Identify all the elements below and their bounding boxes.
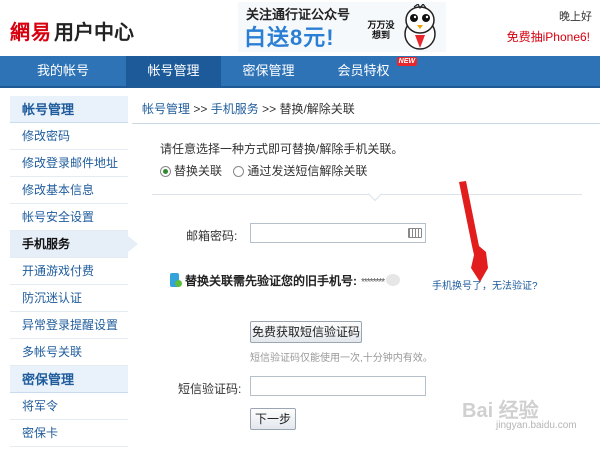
radio-sms-unbind[interactable]: 通过发送短信解除关联 <box>233 162 367 179</box>
sidebar-item-security-card[interactable]: 密保卡 <box>10 420 128 447</box>
phone-icon <box>170 273 182 287</box>
radio-unchecked-icon[interactable] <box>233 166 245 177</box>
verify-text: 替换关联需先验证您的旧手机号: <box>185 274 357 288</box>
sms-code-label: 短信验证码: <box>178 382 242 396</box>
baidu-watermark: Bai 经验 <box>462 400 539 422</box>
sidebar-item-game-payment[interactable]: 开通游戏付费 <box>10 258 128 285</box>
nav-account-management[interactable]: 帐号管理 <box>126 56 221 86</box>
next-button[interactable]: 下一步 <box>250 408 296 430</box>
sidebar-item-login-alert[interactable]: 异常登录提醒设置 <box>10 312 128 339</box>
nav-member-privileges[interactable]: 会员特权 NEW <box>316 56 417 86</box>
blurred-digits <box>386 274 401 286</box>
breadcrumb-mobile-service[interactable]: 手机服务 <box>211 102 259 116</box>
watermark-url: jingyan.baidu.com <box>496 420 577 431</box>
sidebar-section-security: 密保管理 <box>10 366 128 393</box>
get-sms-code-button[interactable]: 免费获取短信验证码 <box>250 321 362 343</box>
nav-security-management[interactable]: 密保管理 <box>221 56 316 86</box>
intro-text: 请任意选择一种方式即可替换/解除手机关联。 <box>160 142 404 156</box>
sidebar-item-basic-info[interactable]: 修改基本信息 <box>10 177 128 204</box>
mascot-icon <box>404 4 436 50</box>
brand-name: 網易 <box>10 20 52 44</box>
sidebar-item-token[interactable]: 将军令 <box>10 393 128 420</box>
sms-code-hint: 短信验证码仅能使用一次,十分钟内有效。 <box>250 353 433 364</box>
main-nav: 我的帐号 帐号管理 密保管理 会员特权 NEW <box>0 56 600 88</box>
sidebar-item-change-password[interactable]: 修改密码 <box>10 123 128 150</box>
radio-replace-label: 替换关联 <box>174 164 223 178</box>
breadcrumb: 帐号管理 >> 手机服务 >> 替换/解除关联 <box>132 96 600 124</box>
section-divider <box>152 194 582 195</box>
page-title: 用户中心 <box>54 22 134 44</box>
divider-notch <box>367 186 383 202</box>
cannot-verify-link[interactable]: 手机换号了，无法验证? <box>432 277 538 292</box>
breadcrumb-sep: >> <box>262 102 277 116</box>
sidebar-item-anti-addiction[interactable]: 防沉迷认证 <box>10 285 128 312</box>
greeting-text: 晚上好 <box>559 11 592 23</box>
sidebar-section-account: 帐号管理 <box>10 96 128 123</box>
breadcrumb-sep: >> <box>193 102 208 116</box>
breadcrumb-account-management[interactable]: 帐号管理 <box>142 102 190 116</box>
breadcrumb-current: 替换/解除关联 <box>279 102 355 116</box>
email-password-input[interactable] <box>250 223 426 243</box>
email-password-label: 邮箱密码: <box>186 229 238 243</box>
banner-line2: 白送8元! <box>244 25 335 50</box>
new-badge: NEW <box>396 57 417 66</box>
site-logo[interactable]: 網易 用户中心 <box>10 20 134 45</box>
radio-replace[interactable]: 替换关联 <box>160 162 222 179</box>
page-header: 網易 用户中心 关注通行证公众号 白送8元! 万万没想到 晚上好 免费抽iPhon… <box>0 0 600 56</box>
nav-member-label: 会员特权 <box>337 63 390 78</box>
sms-code-input[interactable] <box>250 376 426 396</box>
sidebar-item-security-settings[interactable]: 帐号安全设置 <box>10 204 128 231</box>
promo-link[interactable]: 免费抽iPhone6! <box>507 28 590 45</box>
sidebar-item-multi-account[interactable]: 多帐号关联 <box>10 339 128 366</box>
sidebar-item-change-email[interactable]: 修改登录邮件地址 <box>10 150 128 177</box>
verify-old-phone-row: 替换关联需先验证您的旧手机号: ******** <box>170 272 401 289</box>
radio-sms-label: 通过发送短信解除关联 <box>247 164 368 178</box>
radio-group: 替换关联 通过发送短信解除关联 <box>160 162 375 179</box>
sidebar: 帐号管理 修改密码 修改登录邮件地址 修改基本信息 帐号安全设置 手机服务 开通… <box>10 96 138 450</box>
keyboard-icon[interactable] <box>408 228 422 238</box>
banner-line3: 万万没想到 <box>367 20 395 40</box>
radio-checked-icon[interactable] <box>160 166 171 177</box>
nav-my-account[interactable]: 我的帐号 <box>0 56 126 86</box>
sidebar-item-mobile-service[interactable]: 手机服务 <box>10 231 138 258</box>
promo-banner[interactable]: 关注通行证公众号 白送8元! 万万没想到 <box>238 2 446 52</box>
masked-phone: ******** <box>361 277 385 288</box>
